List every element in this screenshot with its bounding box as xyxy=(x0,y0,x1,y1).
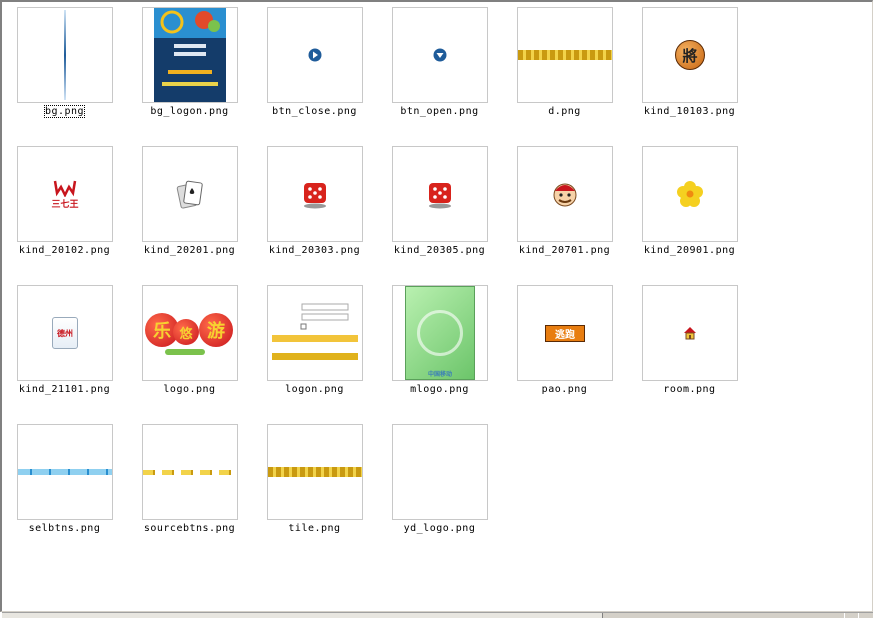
file-name: tile.png xyxy=(288,523,341,534)
yellow-flower-icon xyxy=(642,146,738,242)
trident-logo-icon: 三七王 xyxy=(17,146,113,242)
button-strip-thumbnail xyxy=(142,424,238,520)
horizontal-scrollbar[interactable] xyxy=(2,612,873,618)
scroll-right-button[interactable] xyxy=(858,613,873,618)
card-label: 德州 xyxy=(57,328,73,338)
blank-thumbnail xyxy=(392,424,488,520)
file-item-kind-21101[interactable]: 德州 kind_21101.png xyxy=(0,278,125,417)
logo-thumbnail: 乐 悠 游 xyxy=(142,285,238,381)
file-item-yd-logo[interactable]: yd_logo.png xyxy=(375,417,500,556)
file-item-kind-20102[interactable]: 三七王 kind_20102.png xyxy=(0,139,125,278)
file-item-kind-20305[interactable]: kind_20305.png xyxy=(375,139,500,278)
character-face-icon xyxy=(517,146,613,242)
file-item-kind-10103[interactable]: 將 kind_10103.png xyxy=(625,0,750,139)
logo-char: 游 xyxy=(207,321,225,342)
banner-text-thumbnail xyxy=(517,7,613,103)
banner-text-thumbnail xyxy=(267,424,363,520)
logo-char: 悠 xyxy=(179,326,193,342)
file-name: pao.png xyxy=(541,384,588,395)
green-logo-thumbnail: 中国移动 xyxy=(392,285,488,381)
file-name: kind_20303.png xyxy=(268,245,361,256)
file-name: selbtns.png xyxy=(28,523,101,534)
logon-form-thumbnail xyxy=(267,285,363,381)
playing-cards-icon xyxy=(142,146,238,242)
file-name: sourcebtns.png xyxy=(143,523,236,534)
card-icon: 德州 xyxy=(17,285,113,381)
file-name: kind_20102.png xyxy=(18,245,111,256)
logo-label: 三七王 xyxy=(51,199,79,210)
file-name: logo.png xyxy=(163,384,216,395)
dice-icon xyxy=(267,146,363,242)
button-strip-thumbnail xyxy=(17,424,113,520)
file-item-d[interactable]: d.png xyxy=(500,0,625,139)
chess-piece-icon: 將 xyxy=(642,7,738,103)
file-item-mlogo[interactable]: 中国移动 mlogo.png xyxy=(375,278,500,417)
file-name: kind_10103.png xyxy=(643,106,736,117)
file-item-selbtns[interactable]: selbtns.png xyxy=(0,417,125,556)
chess-piece-label: 將 xyxy=(682,46,698,65)
file-name: btn_close.png xyxy=(272,106,357,117)
file-name: mlogo.png xyxy=(410,384,469,395)
file-name: kind_20305.png xyxy=(393,245,486,256)
file-item-kind-20901[interactable]: kind_20901.png xyxy=(625,139,750,278)
file-item-sourcebtns[interactable]: sourcebtns.png xyxy=(125,417,250,556)
logon-background-thumbnail xyxy=(142,7,238,103)
circle-arrow-right-icon xyxy=(267,7,363,103)
scroll-left-button[interactable] xyxy=(844,613,859,618)
file-name: room.png xyxy=(663,384,716,395)
file-item-room[interactable]: room.png xyxy=(625,278,750,417)
file-item-logo[interactable]: 乐 悠 游 logo.png xyxy=(125,278,250,417)
file-item-bg-logon[interactable]: bg_logon.png xyxy=(125,0,250,139)
file-item-logon[interactable]: logon.png xyxy=(250,278,375,417)
run-button-label: 逃跑 xyxy=(555,329,575,341)
file-name: kind_20701.png xyxy=(518,245,611,256)
file-item-bg[interactable]: bg.png xyxy=(0,0,125,139)
file-name: bg_logon.png xyxy=(150,106,229,117)
mlogo-caption: 中国移动 xyxy=(427,371,452,378)
file-name: kind_21101.png xyxy=(18,384,111,395)
file-item-btn-open[interactable]: btn_open.png xyxy=(375,0,500,139)
file-name: d.png xyxy=(548,106,581,117)
run-button-icon: 逃跑 xyxy=(517,285,613,381)
file-item-kind-20201[interactable]: kind_20201.png xyxy=(125,139,250,278)
file-item-kind-20303[interactable]: kind_20303.png xyxy=(250,139,375,278)
blue-line-icon xyxy=(17,7,113,103)
file-name: kind_20201.png xyxy=(143,245,236,256)
file-item-pao[interactable]: 逃跑 pao.png xyxy=(500,278,625,417)
file-name: yd_logo.png xyxy=(403,523,476,534)
file-item-tile[interactable]: tile.png xyxy=(250,417,375,556)
dice-icon xyxy=(392,146,488,242)
file-item-btn-close[interactable]: btn_close.png xyxy=(250,0,375,139)
file-item-kind-20701[interactable]: kind_20701.png xyxy=(500,139,625,278)
file-name: bg.png xyxy=(43,105,86,118)
file-name: btn_open.png xyxy=(400,106,479,117)
logo-char: 乐 xyxy=(153,321,171,342)
file-name: kind_20901.png xyxy=(643,245,736,256)
circle-arrow-down-icon xyxy=(392,7,488,103)
scrollbar-thumb[interactable] xyxy=(2,613,603,618)
house-icon xyxy=(642,285,738,381)
file-name: logon.png xyxy=(285,384,344,395)
